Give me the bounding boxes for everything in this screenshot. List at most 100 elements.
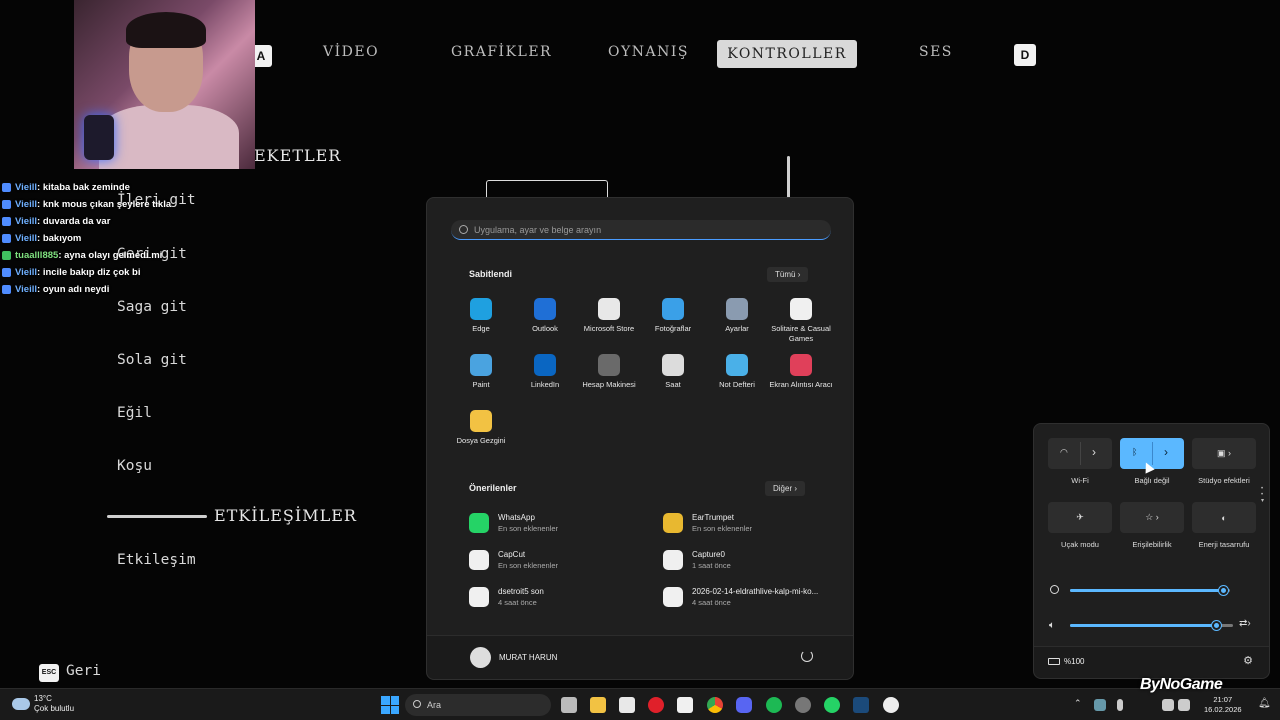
tab-sound[interactable]: SES	[919, 44, 953, 60]
user-name[interactable]: MURAT HARUN	[499, 653, 557, 662]
pinned-app-label: Ekran Alıntısı Aracı	[769, 380, 833, 389]
menu-item-left[interactable]: Sola git	[117, 352, 187, 368]
volume-slider-thumb[interactable]	[1212, 621, 1221, 630]
quick-tile[interactable]: ◐	[1192, 502, 1256, 533]
taskbar-search[interactable]: Ara	[405, 694, 551, 716]
tray-app-icon[interactable]	[1094, 699, 1106, 711]
pinned-app[interactable]: Saat	[640, 354, 706, 390]
calculator-icon	[598, 354, 620, 376]
recommended-text: dsetroit5 son 4 saat önce	[498, 587, 544, 607]
recommended-item[interactable]: WhatsApp En son eklenenler	[469, 513, 649, 533]
recommended-item[interactable]: Capture0 1 saat önce	[663, 550, 843, 570]
chat-text: : knk mous çıkan şeylere tıkla	[37, 199, 172, 210]
scroll-dots[interactable]: • • ▾	[1261, 486, 1264, 504]
pinned-app[interactable]: Outlook	[512, 298, 578, 334]
task-view-icon[interactable]	[561, 697, 577, 713]
recommended-item[interactable]: CapCut En son eklenenler	[469, 550, 649, 570]
battery-percent: %100	[1064, 657, 1085, 666]
pinned-app[interactable]: Edge	[448, 298, 514, 334]
pinned-app[interactable]: Paint	[448, 354, 514, 390]
back-button[interactable]: Geri	[66, 663, 101, 679]
battery-saver-icon: ◐	[1221, 512, 1227, 523]
recommended-item[interactable]: EarTrumpet En son eklenenler	[663, 513, 843, 533]
capcut-icon[interactable]	[677, 697, 693, 713]
quick-tile-label: Enerji tasarrufu	[1198, 540, 1250, 549]
recommended-name: dsetroit5 son	[498, 587, 544, 596]
chevron-right-icon[interactable]: ›	[1092, 445, 1096, 459]
discord-icon[interactable]	[736, 697, 752, 713]
quick-tile[interactable]: ✈	[1048, 502, 1112, 533]
chevron-right-icon[interactable]: ›	[1164, 445, 1168, 459]
recommended-text: CapCut En son eklenenler	[498, 550, 558, 570]
tab-controls[interactable]: KONTROLLER	[717, 40, 857, 68]
all-apps-button[interactable]: Tümü ›	[767, 267, 809, 282]
quick-tile[interactable]: ▣ ›	[1192, 438, 1256, 469]
bluetooth-icon: ᛒ	[1132, 447, 1138, 457]
show-hidden-icons-chevron[interactable]: ⌃	[1074, 698, 1082, 709]
tab-graphics[interactable]: GRAFİKLER	[451, 44, 552, 60]
audio-output-icon[interactable]: ⇄›	[1239, 618, 1251, 629]
pinned-app-label: Saat	[665, 380, 681, 389]
pinned-app[interactable]: Microsoft Store	[576, 298, 642, 334]
weather-cloud-icon[interactable]	[12, 698, 30, 710]
chat-badge-icon	[2, 234, 11, 243]
quick-tile-label: Uçak modu	[1061, 540, 1099, 549]
clock[interactable]: 21:07 16.02.2026	[1204, 695, 1242, 715]
whatsapp-icon[interactable]	[824, 697, 840, 713]
chat-username: Vieill	[15, 199, 38, 210]
chat-message: Vieill: incile bakıp diz çok bi	[2, 264, 302, 281]
network-icon[interactable]	[1162, 699, 1174, 711]
pinned-app[interactable]: Solitaire & Casual Games	[768, 298, 834, 344]
unreal-icon[interactable]	[883, 697, 899, 713]
steam-icon[interactable]	[853, 697, 869, 713]
next-tab-key: D	[1014, 44, 1036, 66]
scroll-indicator[interactable]	[787, 156, 790, 198]
streamer-hoodie	[99, 105, 239, 169]
pinned-app[interactable]: Dosya Gezgini	[448, 410, 514, 446]
spotify-icon[interactable]	[766, 697, 782, 713]
recommended-subtitle: En son eklenenler	[692, 524, 753, 533]
pinned-app[interactable]: Not Defteri	[704, 354, 770, 390]
keybind-box[interactable]	[486, 180, 608, 198]
microphone-icon[interactable]	[1117, 699, 1123, 711]
file-explorer-icon[interactable]	[590, 697, 606, 713]
opera-icon[interactable]	[648, 697, 664, 713]
sun-icon	[1050, 585, 1059, 594]
pinned-app-label: Dosya Gezgini	[456, 436, 506, 445]
settings-gear-icon[interactable]: ⚙	[1243, 654, 1253, 667]
start-search-input[interactable]: Uygulama, ayar ve belge arayın	[451, 220, 831, 240]
tab-gameplay[interactable]: OYNANIŞ	[608, 44, 689, 60]
recommended-item[interactable]: dsetroit5 son 4 saat önce	[469, 587, 649, 607]
power-icon[interactable]	[801, 650, 813, 662]
menu-item-sprint[interactable]: Koşu	[117, 458, 152, 474]
app-icon[interactable]	[795, 697, 811, 713]
quick-tile-label: Stüdyo efektleri	[1198, 476, 1250, 485]
chat-username: Vieill	[15, 233, 38, 244]
pinned-app[interactable]: Hesap Makinesi	[576, 354, 642, 390]
store-icon[interactable]	[619, 697, 635, 713]
photos-icon	[662, 298, 684, 320]
pinned-app[interactable]: Ayarlar	[704, 298, 770, 334]
quick-tile[interactable]: ◠ ›	[1048, 438, 1112, 469]
recommended-subtitle: En son eklenenler	[498, 524, 559, 533]
brightness-slider-thumb[interactable]	[1219, 586, 1228, 595]
quick-tile[interactable]: ☆ ›	[1120, 502, 1184, 533]
windows-start-icon[interactable]	[381, 696, 399, 714]
menu-item-interact[interactable]: Etkileşim	[117, 552, 196, 568]
menu-item-right[interactable]: Saga git	[117, 299, 187, 315]
pinned-app[interactable]: Ekran Alıntısı Aracı	[768, 354, 834, 390]
notification-bell-icon[interactable]: 🔔︎	[1258, 698, 1271, 709]
more-recommended-button[interactable]: Diğer ›	[765, 481, 806, 496]
volume-icon[interactable]	[1178, 699, 1190, 711]
pinned-app[interactable]: Fotoğraflar	[640, 298, 706, 334]
bynogame-watermark: ByNoGame	[1140, 676, 1223, 693]
quick-tile-label: Bağlı değil	[1134, 476, 1170, 485]
recommended-item[interactable]: 2026-02-14-eldrathlive-kalp-mi-ko... 4 sa…	[663, 587, 843, 607]
chrome-icon[interactable]	[707, 697, 723, 713]
user-avatar[interactable]	[470, 647, 491, 668]
tab-video[interactable]: VİDEO	[323, 44, 379, 60]
pinned-app[interactable]: LinkedIn	[512, 354, 578, 390]
weather-widget[interactable]: 13°C Çok bulutlu	[34, 694, 74, 714]
taskbar-search-label: Ara	[427, 700, 442, 710]
menu-item-crouch[interactable]: Eğil	[117, 405, 152, 421]
